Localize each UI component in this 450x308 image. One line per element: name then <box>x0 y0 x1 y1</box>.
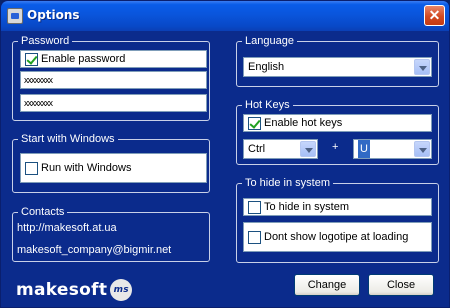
hide-logotype-check[interactable] <box>248 230 261 244</box>
change-button[interactable]: Change <box>294 274 360 296</box>
run-with-windows-check[interactable] <box>25 161 38 175</box>
dialog-body: Password Enable password xxxxxxxx xxxxxx… <box>4 31 448 306</box>
close-button[interactable]: Close <box>368 274 434 296</box>
makesoft-logo: makesoft ms <box>16 279 133 301</box>
enable-password-label: Enable password <box>41 53 126 65</box>
chevron-down-icon[interactable] <box>300 141 316 157</box>
password-confirm-value: xxxxxxxx <box>24 98 53 108</box>
password-legend: Password <box>18 34 73 48</box>
contact-url[interactable]: http://makesoft.at.ua <box>17 222 117 234</box>
language-legend: Language <box>242 34 297 48</box>
enable-hotkeys-check[interactable] <box>248 116 261 130</box>
language-select[interactable]: English <box>243 57 432 77</box>
options-window: Options ✕ Password Enable password xxxxx… <box>0 0 450 308</box>
enable-hotkeys-checkbox[interactable]: Enable hot keys <box>243 114 432 132</box>
enable-password-checkbox[interactable]: Enable password <box>20 50 207 68</box>
hide-logotype-label: Dont show logotipe at loading <box>264 231 409 243</box>
hide-in-system-checkbox[interactable]: To hide in system <box>243 198 432 216</box>
hide-group: To hide in system To hide in system Dont… <box>236 176 439 263</box>
enable-password-check[interactable] <box>25 52 38 66</box>
password-group: Password Enable password xxxxxxxx xxxxxx… <box>12 34 210 121</box>
window-title: Options <box>27 8 80 22</box>
contact-email[interactable]: makesoft_company@bigmir.net <box>17 244 171 256</box>
hide-in-system-label: To hide in system <box>264 201 349 213</box>
language-value: English <box>248 61 285 73</box>
chevron-down-icon[interactable] <box>414 59 430 75</box>
logo-text: makesoft <box>16 280 108 300</box>
password-confirm-field[interactable]: xxxxxxxx <box>20 94 207 112</box>
contacts-legend: Contacts <box>18 205 68 219</box>
startup-group: Start with Windows Run with Windows <box>12 132 210 193</box>
logo-badge: ms <box>110 279 133 301</box>
chevron-down-icon[interactable] <box>414 141 430 157</box>
password-value: xxxxxxxx <box>24 75 53 85</box>
title-bar[interactable]: Options ✕ <box>1 1 449 31</box>
hotkey-modifier-select[interactable]: Ctrl <box>243 139 318 159</box>
run-with-windows-checkbox[interactable]: Run with Windows <box>20 153 207 183</box>
hotkeys-legend: Hot Keys <box>242 98 293 112</box>
startup-legend: Start with Windows <box>18 132 118 146</box>
hide-in-system-check[interactable] <box>248 200 261 214</box>
close-icon[interactable]: ✕ <box>424 5 445 26</box>
hotkey-plus: + <box>332 141 339 153</box>
hide-logotype-checkbox[interactable]: Dont show logotipe at loading <box>243 222 432 252</box>
password-field[interactable]: xxxxxxxx <box>20 71 207 89</box>
hide-legend: To hide in system <box>242 176 333 190</box>
enable-hotkeys-label: Enable hot keys <box>264 117 343 129</box>
hotkey-key-select[interactable]: U <box>353 139 432 159</box>
hotkey-key-value: U <box>358 140 370 158</box>
app-icon <box>7 8 23 24</box>
run-with-windows-label: Run with Windows <box>41 162 132 174</box>
hotkey-modifier-value: Ctrl <box>248 143 266 155</box>
